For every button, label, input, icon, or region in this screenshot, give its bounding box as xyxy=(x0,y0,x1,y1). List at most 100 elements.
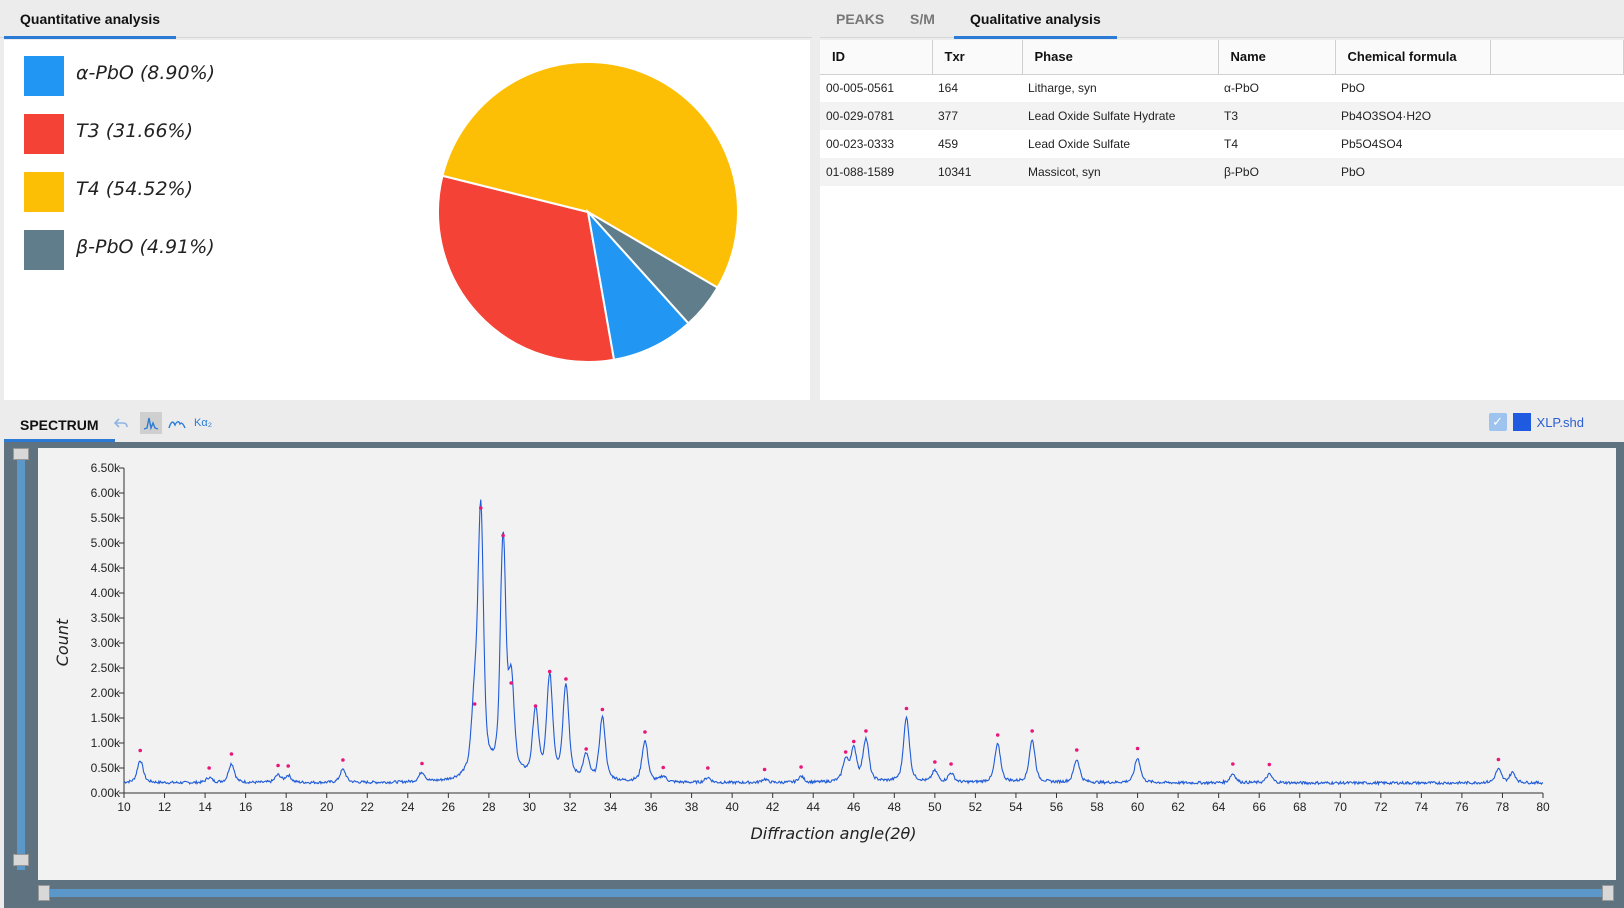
peak-marker xyxy=(851,739,856,744)
x-tick-label: 42 xyxy=(766,800,780,814)
y-tick-label: 3.50k xyxy=(91,611,121,625)
quant-chart-area: α-PbO (8.90%) T3 (31.66%) T4 (54.52%) β-… xyxy=(4,40,810,400)
y-tick-label: 2.00k xyxy=(91,686,121,700)
peak-marker xyxy=(1267,762,1272,767)
x-tick-label: 66 xyxy=(1253,800,1267,814)
y-tick-label: 5.50k xyxy=(91,511,121,525)
peak-marker xyxy=(509,681,513,685)
peak-marker xyxy=(341,758,345,762)
cell-empty xyxy=(1490,74,1624,102)
x-tick-label: 34 xyxy=(604,800,618,814)
x-tick-label: 80 xyxy=(1536,800,1550,814)
peak-marker xyxy=(904,706,909,711)
qualitative-panel: PEAKS S/M Qualitative analysis ID Txr Ph… xyxy=(820,0,1624,402)
peak-marker xyxy=(643,730,647,734)
column-header-id[interactable]: ID xyxy=(820,40,933,75)
peak-marker xyxy=(995,733,1000,737)
peak-marker xyxy=(799,765,803,769)
x-tick-label: 44 xyxy=(807,800,821,814)
table-row[interactable]: 00-029-0781 377 Lead Oxide Sulfate Hydra… xyxy=(820,102,1624,130)
x-tick-label: 76 xyxy=(1455,800,1469,814)
file-label: XLP.shd xyxy=(1536,414,1584,430)
peak-line-icon[interactable] xyxy=(140,412,162,434)
undo-icon[interactable] xyxy=(110,412,132,434)
horizontal-scrollbar[interactable] xyxy=(38,884,1616,902)
cell-empty xyxy=(1490,130,1624,158)
peak-marker xyxy=(547,669,552,674)
y-tick-label: 1.00k xyxy=(91,736,121,750)
x-tick-label: 50 xyxy=(928,800,942,814)
table-row[interactable]: 00-023-0333 459 Lead Oxide Sulfate T4 Pb… xyxy=(820,130,1624,158)
x-tick-label: 20 xyxy=(320,800,334,814)
peak-marker xyxy=(762,767,767,772)
cell-formula: PbO xyxy=(1335,74,1490,102)
x-tick-label: 12 xyxy=(158,800,172,814)
pie-chart xyxy=(437,61,739,363)
y-tick-label: 4.50k xyxy=(91,561,121,575)
y-tick-label: 4.00k xyxy=(91,586,121,600)
file-toggle[interactable]: ✓ XLP.shd xyxy=(1488,412,1584,432)
y-tick-label: 0.00k xyxy=(91,786,121,800)
cell-phase: Lead Oxide Sulfate Hydrate xyxy=(1022,102,1218,130)
cell-name: α-PbO xyxy=(1218,74,1335,102)
x-tick-label: 16 xyxy=(239,800,253,814)
cell-phase: Lead Oxide Sulfate xyxy=(1022,130,1218,158)
x-tick-label: 24 xyxy=(401,800,415,814)
tab-qualitative-analysis[interactable]: Qualitative analysis xyxy=(954,0,1117,39)
scrollbar-handle-bottom[interactable] xyxy=(13,854,29,866)
peak-marker xyxy=(420,761,424,766)
column-header-txr[interactable]: Txr xyxy=(932,40,1023,75)
cell-name: T4 xyxy=(1218,130,1335,158)
scrollbar-handle-right[interactable] xyxy=(1602,885,1614,901)
x-tick-label: 28 xyxy=(482,800,496,814)
tab-quantitative-analysis[interactable]: Quantitative analysis xyxy=(4,0,177,39)
cell-phase: Litharge, syn xyxy=(1022,74,1218,102)
smooth-icon[interactable] xyxy=(166,412,188,434)
x-tick-label: 22 xyxy=(361,800,375,814)
x-tick-label: 78 xyxy=(1496,800,1510,814)
peak-marker xyxy=(1231,762,1235,766)
scrollbar-handle-top[interactable] xyxy=(13,448,29,460)
scrollbar-track[interactable] xyxy=(17,458,25,870)
x-tick-label: 10 xyxy=(117,800,131,814)
peak-marker xyxy=(276,763,280,768)
tab-sm[interactable]: S/M xyxy=(894,0,951,38)
column-header-chemical-formula[interactable]: Chemical formula xyxy=(1335,40,1491,75)
cell-txr: 10341 xyxy=(932,158,1022,186)
x-axis-title: Diffraction angle(2θ) xyxy=(750,824,916,843)
x-tick-label: 40 xyxy=(725,800,739,814)
y-tick-label: 1.50k xyxy=(91,711,121,725)
x-tick-label: 58 xyxy=(1090,800,1104,814)
cell-formula: Pb5O4SO4 xyxy=(1335,130,1490,158)
x-tick-label: 68 xyxy=(1293,800,1307,814)
x-tick-label: 52 xyxy=(969,800,983,814)
x-tick-label: 48 xyxy=(888,800,902,814)
spectrum-plot-area[interactable]: 0.00k 0.50k 1.00k 1.50k 2.00k 2.50k 3.00k 3.50k… xyxy=(38,448,1616,880)
table-row[interactable]: 01-088-1589 10341 Massicot, syn β-PbO Pb… xyxy=(820,158,1624,186)
x-tick-label: 74 xyxy=(1415,800,1429,814)
x-tick-label: 14 xyxy=(198,800,212,814)
checkbox-icon[interactable]: ✓ xyxy=(1488,413,1507,431)
cell-formula: Pb4O3SO4·H2O xyxy=(1335,102,1490,130)
peak-marker xyxy=(1496,757,1501,762)
y-tick-label: 6.50k xyxy=(91,461,121,475)
quant-tabbar: Quantitative analysis xyxy=(0,0,812,39)
tab-peaks[interactable]: PEAKS xyxy=(820,0,900,38)
vertical-scrollbar[interactable] xyxy=(12,448,30,880)
spectrum-frame: 0.00k 0.50k 1.00k 1.50k 2.00k 2.50k 3.00k 3.50k… xyxy=(4,442,1624,908)
table-row[interactable]: 00-005-0561 164 Litharge, syn α-PbO PbO xyxy=(820,74,1624,102)
peak-marker xyxy=(501,533,505,538)
column-header-phase[interactable]: Phase xyxy=(1022,40,1219,75)
x-tick-label: 46 xyxy=(847,800,861,814)
x-tick-label: 72 xyxy=(1374,800,1388,814)
x-tick-label: 38 xyxy=(685,800,699,814)
peak-marker xyxy=(584,747,588,751)
tab-spectrum[interactable]: SPECTRUM xyxy=(4,410,115,442)
column-header-empty xyxy=(1490,40,1624,75)
cell-txr: 459 xyxy=(932,130,1022,158)
peak-marker xyxy=(564,677,568,681)
ka2-icon[interactable]: Kα₂ xyxy=(192,412,214,434)
scrollbar-track[interactable] xyxy=(46,889,1606,897)
column-header-name[interactable]: Name xyxy=(1218,40,1336,75)
scrollbar-handle-left[interactable] xyxy=(38,885,50,901)
